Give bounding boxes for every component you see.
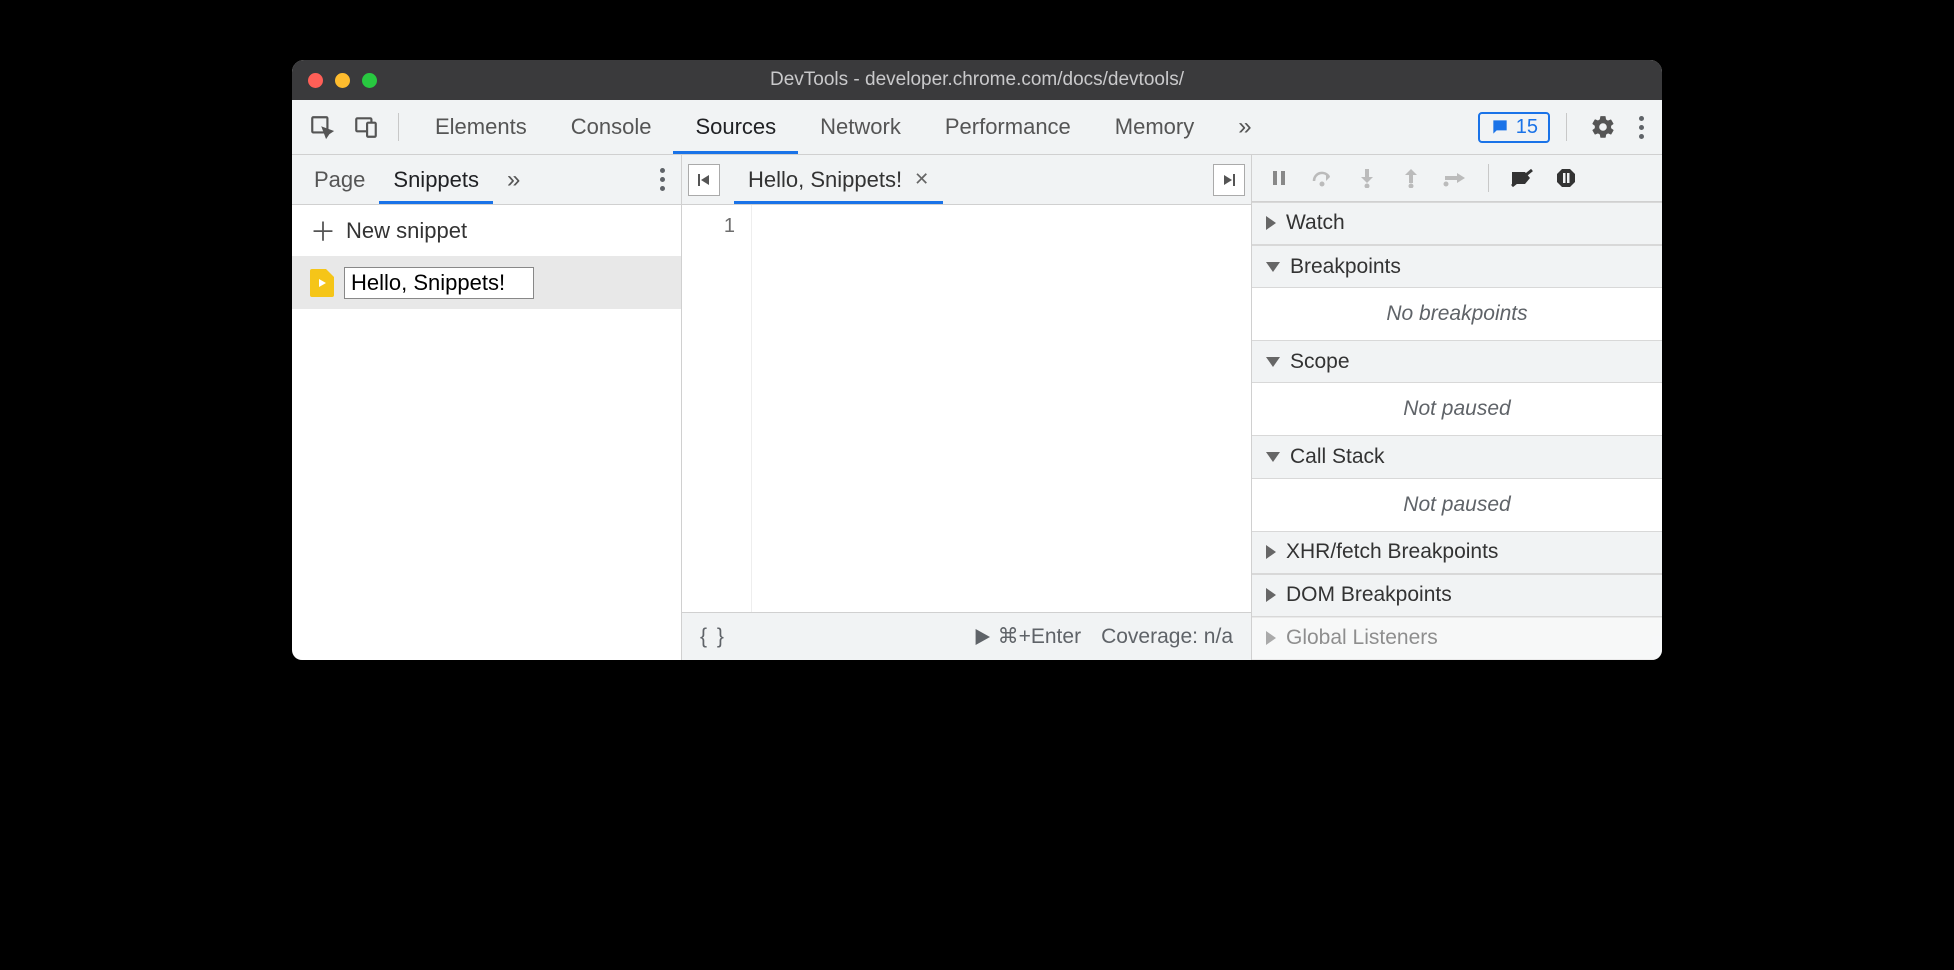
sidebar-tab-page[interactable]: Page [300, 155, 379, 204]
divider [398, 113, 399, 141]
editor-nav-next-icon[interactable] [1213, 164, 1245, 196]
collapse-icon [1266, 262, 1280, 272]
dom-section-header[interactable]: DOM Breakpoints [1252, 574, 1662, 617]
snippet-file-row[interactable] [292, 257, 681, 309]
expand-icon [1266, 216, 1276, 230]
line-gutter: 1 [682, 205, 752, 612]
pause-on-exceptions-icon[interactable] [1549, 167, 1583, 189]
expand-icon [1266, 545, 1276, 559]
main-toolbar: Elements Console Sources Network Perform… [292, 100, 1662, 155]
xhr-label: XHR/fetch Breakpoints [1286, 540, 1498, 564]
watch-label: Watch [1286, 211, 1345, 235]
divider [1566, 113, 1567, 141]
editor-tabs: Hello, Snippets! ✕ [682, 155, 1251, 205]
global-listeners-label: Global Listeners [1286, 626, 1438, 650]
step-out-icon[interactable] [1394, 168, 1428, 188]
content-area: Page Snippets ＋ New snippet [292, 155, 1662, 660]
debug-pane: Watch Breakpoints No breakpoints Scope N… [1252, 155, 1662, 660]
window-title: DevTools - developer.chrome.com/docs/dev… [292, 69, 1662, 91]
settings-icon[interactable] [1583, 107, 1623, 147]
toolbar-left [302, 107, 407, 147]
device-toolbar-icon[interactable] [346, 107, 386, 147]
editor-nav-prev-icon[interactable] [688, 164, 720, 196]
editor-pane: Hello, Snippets! ✕ 1 { } ⌘+Enter [682, 155, 1252, 660]
titlebar: DevTools - developer.chrome.com/docs/dev… [292, 60, 1662, 100]
sidebar-more-tabs[interactable] [493, 155, 534, 204]
snippet-file-icon [310, 269, 334, 297]
toolbar-right: 15 [1478, 107, 1652, 147]
breakpoints-body: No breakpoints [1252, 288, 1662, 340]
main-tabs: Elements Console Sources Network Perform… [413, 100, 1274, 154]
tab-performance[interactable]: Performance [923, 100, 1093, 154]
pretty-print-icon[interactable]: { } [700, 625, 726, 649]
expand-icon [1266, 588, 1276, 602]
tab-memory[interactable]: Memory [1093, 100, 1216, 154]
kebab-menu-icon[interactable] [1631, 116, 1652, 139]
tab-sources[interactable]: Sources [673, 100, 798, 154]
editor-file-name: Hello, Snippets! [748, 167, 902, 193]
scope-label: Scope [1290, 350, 1350, 374]
close-tab-icon[interactable]: ✕ [914, 169, 929, 190]
pause-icon[interactable] [1262, 169, 1296, 187]
coverage-label[interactable]: Coverage: n/a [1101, 625, 1233, 649]
tab-console[interactable]: Console [549, 100, 674, 154]
plus-icon: ＋ [310, 212, 336, 249]
tab-elements[interactable]: Elements [413, 100, 549, 154]
line-number-1: 1 [682, 215, 735, 238]
breakpoints-section-header[interactable]: Breakpoints [1252, 245, 1662, 288]
editor-footer: { } ⌘+Enter Coverage: n/a [682, 612, 1251, 660]
step-over-icon[interactable] [1306, 169, 1340, 187]
global-listeners-section-header[interactable]: Global Listeners [1252, 617, 1662, 660]
step-icon[interactable] [1438, 169, 1472, 187]
run-snippet-button[interactable]: ⌘+Enter [974, 624, 1081, 649]
tab-network[interactable]: Network [798, 100, 923, 154]
callstack-label: Call Stack [1290, 445, 1385, 469]
divider [1488, 164, 1489, 192]
sidebar-more-area [652, 168, 673, 191]
run-shortcut-label: ⌘+Enter [998, 624, 1081, 649]
devtools-window: DevTools - developer.chrome.com/docs/dev… [292, 60, 1662, 660]
callstack-section-header[interactable]: Call Stack [1252, 435, 1662, 478]
watch-section-header[interactable]: Watch [1252, 202, 1662, 245]
inspect-element-icon[interactable] [302, 107, 342, 147]
new-snippet-button[interactable]: ＋ New snippet [292, 205, 681, 257]
collapse-icon [1266, 357, 1280, 367]
new-snippet-label: New snippet [346, 218, 467, 244]
deactivate-breakpoints-icon[interactable] [1505, 168, 1539, 188]
callstack-body: Not paused [1252, 479, 1662, 531]
dom-label: DOM Breakpoints [1286, 583, 1452, 607]
editor-body[interactable]: 1 [682, 205, 1251, 612]
editor-footer-right: ⌘+Enter Coverage: n/a [974, 624, 1233, 649]
breakpoints-label: Breakpoints [1290, 255, 1401, 279]
snippet-name-input[interactable] [344, 267, 534, 299]
debug-toolbar [1252, 155, 1662, 202]
editor-file-tab[interactable]: Hello, Snippets! ✕ [734, 155, 943, 204]
sidebar-tabs: Page Snippets [292, 155, 681, 205]
issues-count: 15 [1516, 116, 1538, 139]
scope-body: Not paused [1252, 383, 1662, 435]
sources-sidebar: Page Snippets ＋ New snippet [292, 155, 682, 660]
scope-section-header[interactable]: Scope [1252, 340, 1662, 383]
collapse-icon [1266, 452, 1280, 462]
more-tabs-button[interactable] [1216, 100, 1273, 154]
expand-icon [1266, 631, 1276, 645]
issues-badge[interactable]: 15 [1478, 112, 1550, 143]
sidebar-tab-snippets[interactable]: Snippets [379, 155, 493, 204]
step-into-icon[interactable] [1350, 168, 1384, 188]
editor-text-area[interactable] [752, 205, 1251, 612]
xhr-section-header[interactable]: XHR/fetch Breakpoints [1252, 531, 1662, 574]
sidebar-kebab-icon[interactable] [652, 168, 673, 191]
